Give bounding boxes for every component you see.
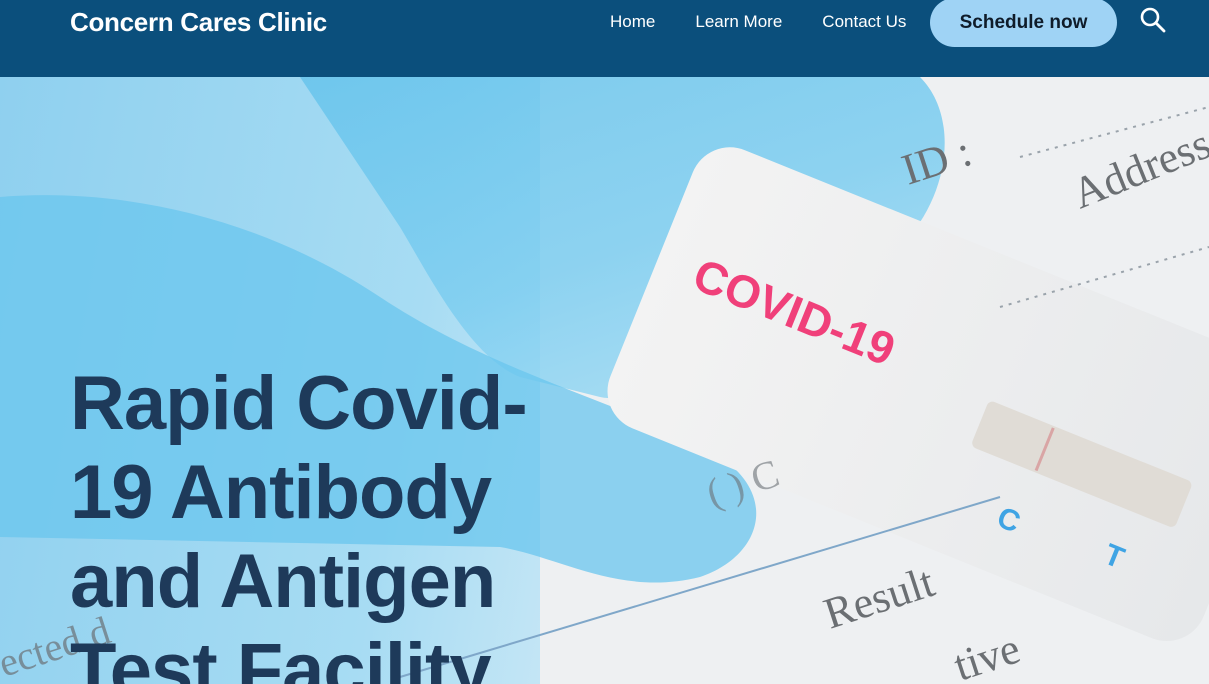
nav-contact-us-link[interactable]: Contact Us: [822, 10, 906, 34]
nav-learn-more-link[interactable]: Learn More: [695, 10, 782, 34]
site-header: Concern Cares Clinic Home Learn More Con…: [0, 0, 1209, 77]
hero-title: Rapid Covid-19 Antibody and Antigen Test…: [70, 361, 528, 684]
main-nav: Home Learn More Contact Us: [610, 10, 906, 34]
hero-section: COVID-19 C T ID : Address Result ected d…: [0, 77, 1209, 684]
search-icon[interactable]: [1139, 6, 1167, 34]
nav-home-link[interactable]: Home: [610, 10, 655, 34]
page: Concern Cares Clinic Home Learn More Con…: [0, 0, 1209, 684]
brand-logo[interactable]: Concern Cares Clinic: [70, 6, 327, 38]
schedule-now-button[interactable]: Schedule now: [930, 0, 1117, 47]
